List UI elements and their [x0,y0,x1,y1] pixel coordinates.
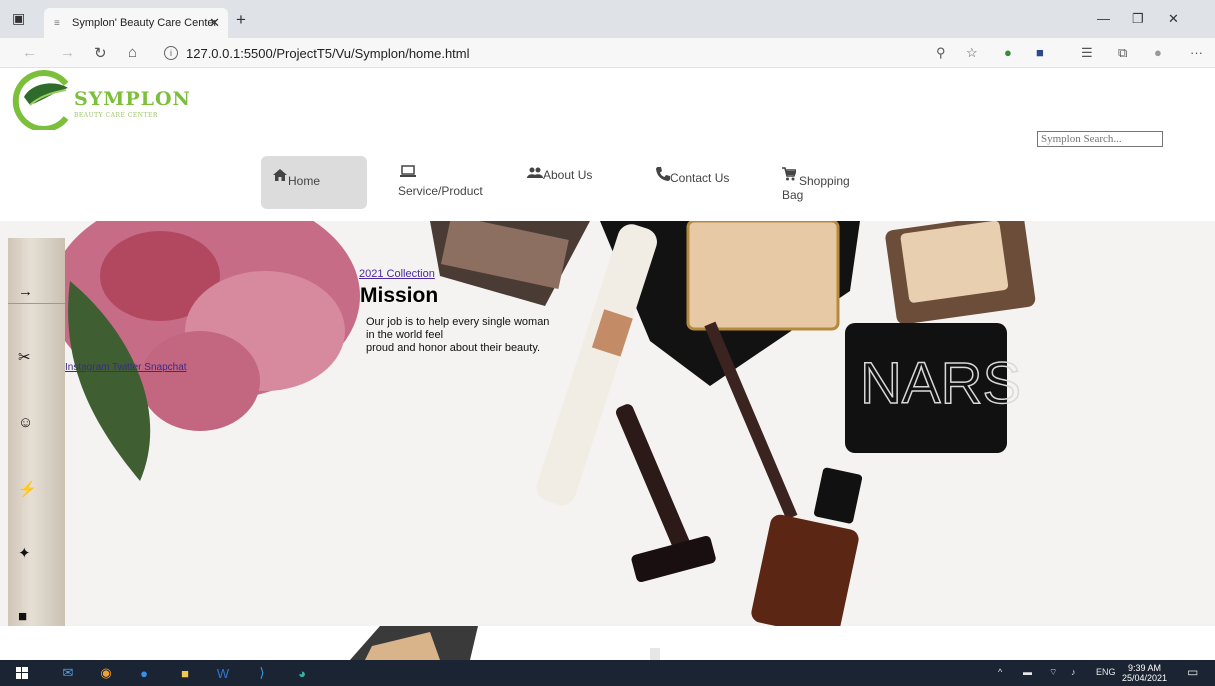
file-explorer-icon[interactable]: ■ [175,663,195,683]
browser-tab[interactable]: ≡ Symplon' Beauty Care Center ✕ [44,8,228,38]
arrow-right-icon[interactable]: → [18,283,33,300]
zalo-icon[interactable]: ● [134,663,154,683]
system-clock[interactable]: 9:39 AM 25/04/2021 [1122,663,1167,683]
phone-icon [656,167,670,184]
windows-taskbar: ✉ ◉ ● ■ W ⟩ ◕ ^ ▬ ⌔ ♪ ENG 9:39 AM 25/04/… [0,660,1215,686]
zoom-icon[interactable]: ⚲ [936,45,946,61]
home-browser-icon[interactable]: ⌂ [128,44,137,61]
collections-icon[interactable]: ⧉ [1118,45,1127,61]
next-section-image [350,626,660,660]
face-icon[interactable]: ☺ [18,414,33,431]
back-icon[interactable]: ← [22,44,37,61]
volume-icon[interactable]: ♪ [1071,667,1076,677]
extension-2-icon[interactable]: ■ [1036,45,1044,60]
sparkle-icon[interactable]: ✦ [18,544,31,562]
menu-item-contact[interactable]: Contact Us [656,167,730,185]
laptop-icon [400,165,483,181]
hero-description-line: proud and honor about their beauty. [366,342,541,354]
clock-date: 25/04/2021 [1122,673,1168,683]
language-indicator[interactable]: ENG [1096,667,1116,677]
url-text: 127.0.0.1:5500/ProjectT5/Vu/Symplon/home… [186,45,470,61]
scissors-icon[interactable]: ✂ [18,348,31,366]
notification-icon[interactable]: ▭ [1187,665,1198,679]
menu-label-home: Home [288,174,321,188]
restore-icon[interactable]: ❐ [1132,11,1144,27]
sidebar-divider [8,303,65,304]
social-links[interactable]: Instagram Twitter Snapchat [65,362,187,373]
people-icon [527,167,543,181]
forward-icon[interactable]: → [60,44,75,61]
profile-icon[interactable]: ● [1154,45,1162,60]
magic-wand-icon[interactable]: ⚡ [18,480,37,498]
address-toolbar: ← → ↻ ⌂ i 127.0.0.1:5500/ProjectT5/Vu/Sy… [0,38,1215,68]
tab-title: Symplon' Beauty Care Center [72,17,218,29]
hero-image: NARS [0,221,1215,626]
address-field[interactable]: i 127.0.0.1:5500/ProjectT5/Vu/Symplon/ho… [164,42,984,64]
more-icon[interactable]: ··· [1190,45,1203,60]
mail-icon[interactable]: ✉ [58,663,78,683]
tab-actions-icon[interactable]: ▣ [12,10,25,27]
wifi-icon[interactable]: ⌔ [1049,667,1057,678]
menu-item-service[interactable]: Service/Product [398,165,483,198]
collection-link[interactable]: 2021 Collection [359,268,435,280]
minimize-icon[interactable]: — [1097,11,1110,26]
word-icon[interactable]: W [213,663,233,683]
menu-label-shopping: Shopping Bag [782,174,850,202]
hero-title: Mission [360,284,439,307]
menu-label-about: About Us [543,168,593,182]
tab-favicon-icon: ≡ [54,17,60,29]
site-info-icon[interactable]: i [164,46,178,60]
hero-description-line: Our job is to help every single woman [366,316,550,328]
logo-name: SYMPLON [74,88,191,110]
clock-time: 9:39 AM [1128,663,1162,673]
logo-tagline: BEAUTY CARE CENTER [74,112,158,119]
close-tab-icon[interactable]: ✕ [209,15,220,31]
close-window-icon[interactable]: ✕ [1168,11,1179,27]
browser-tab-bar: ▣ ≡ Symplon' Beauty Care Center ✕ + — ❐ … [0,0,1215,38]
refresh-icon[interactable]: ↻ [94,44,107,62]
edge-icon[interactable]: ◕ [292,663,312,683]
extension-icon[interactable]: ● [1004,45,1012,60]
hero-description: Our job is to help every single woman in… [366,316,566,355]
start-icon[interactable] [12,663,32,683]
favorite-add-icon[interactable]: ☆ [966,45,978,61]
tray-chevron-icon[interactable]: ^ [998,667,1002,677]
tag-icon[interactable]: ■ [18,608,27,625]
battery-icon[interactable]: ▬ [1023,667,1032,677]
hero-banner: NARS [0,221,1215,626]
chrome-icon[interactable]: ◉ [96,663,116,683]
social-sidebar: → ✂ ☺ ⚡ ✦ ■ [8,238,65,658]
search-input[interactable] [1037,131,1163,147]
new-tab-icon[interactable]: + [236,10,246,30]
menu-item-about[interactable]: About Us [527,167,593,182]
hero-description-line: in the world feel [366,329,444,341]
menu-item-home[interactable]: Home [261,156,367,209]
next-section [0,626,1215,660]
vscode-icon[interactable]: ⟩ [252,663,272,683]
svg-text:NARS: NARS [860,351,1021,416]
menu-label-contact: Contact Us [670,171,730,185]
home-icon [273,168,287,184]
favorites-icon[interactable]: ☰ [1081,45,1093,61]
menu-label-service: Service/Product [398,184,483,198]
